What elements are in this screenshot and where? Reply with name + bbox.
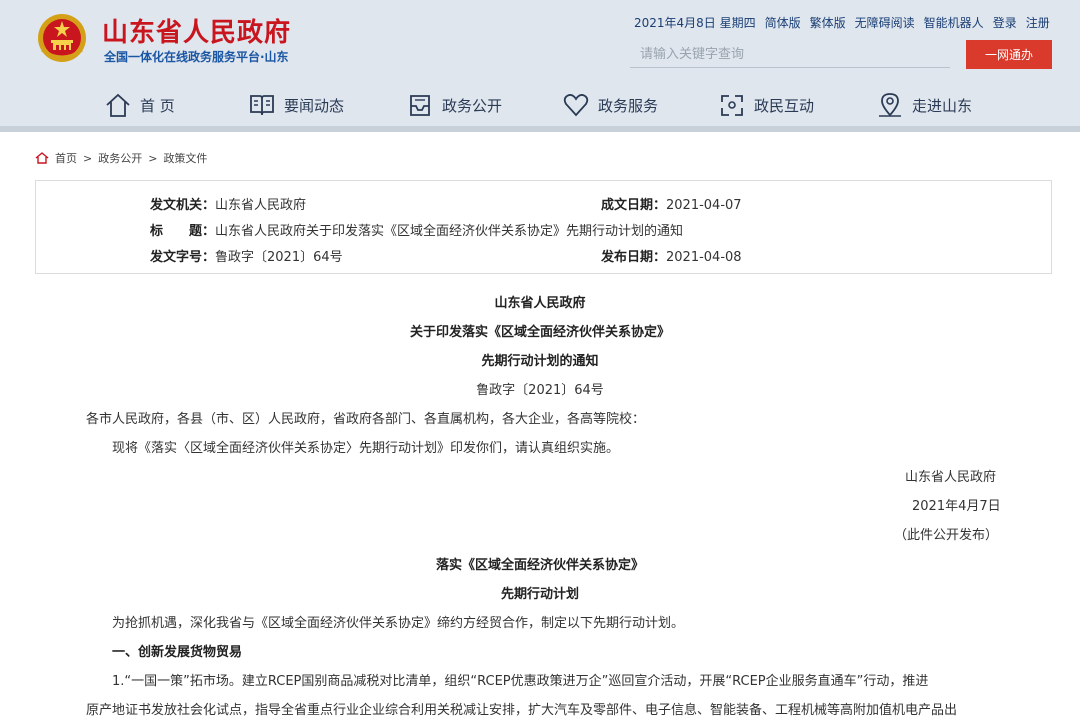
onestop-button[interactable]: 一网通办	[966, 40, 1052, 69]
link-register[interactable]: 注册	[1026, 14, 1050, 31]
doc-heading-org: 山东省人民政府	[494, 296, 586, 311]
section-heading: 一、创新发展货物贸易	[112, 645, 243, 660]
issuer-value: 山东省人民政府	[215, 198, 307, 213]
site-title[interactable]: 山东省人民政府	[102, 12, 291, 49]
link-traditional[interactable]: 繁体版	[810, 14, 846, 31]
site-subtitle: 全国一体化在线政务服务平台·山东	[104, 50, 289, 64]
inbox-icon	[410, 95, 430, 116]
link-login[interactable]: 登录	[993, 14, 1017, 31]
signature-note: （此件公开发布）	[894, 528, 999, 543]
nav-item-home[interactable]: 首 页	[104, 88, 175, 122]
nav-label: 政民互动	[754, 96, 815, 115]
publish-date-label: 发布日期：	[601, 250, 667, 265]
nav-label: 走进山东	[912, 96, 973, 115]
breadcrumb-home[interactable]: 首页	[55, 150, 77, 166]
plan-title: 落实《区域全面经济伙伴关系协定》	[435, 558, 644, 573]
signature-org: 山东省人民政府	[905, 470, 997, 485]
doc-heading-title2: 先期行动计划的通知	[481, 354, 599, 369]
nav-item-services[interactable]: 政务服务	[562, 88, 658, 122]
breadcrumb: 首页 > 政务公开 > 政策文件	[35, 150, 207, 166]
doc-number-row: 发文字号：鲁政字〔2021〕64号	[150, 246, 343, 265]
publish-date-row: 发布日期：2021-04-08	[601, 246, 742, 265]
doc-number: 鲁政字〔2021〕64号	[476, 383, 604, 398]
breadcrumb-policy-docs[interactable]: 政策文件	[163, 150, 207, 166]
title-row: 标 题：山东省人民政府关于印发落实《区域全面经济伙伴关系协定》先期行动计划的通知	[150, 220, 683, 239]
link-simplified[interactable]: 简体版	[765, 14, 801, 31]
current-date: 2021年4月8日 星期四	[634, 16, 756, 30]
nav-label: 政务公开	[442, 96, 503, 115]
date-written-row: 成文日期：2021-04-07	[601, 194, 742, 213]
date-written-value: 2021-04-07	[666, 198, 742, 213]
doc-heading-title1: 关于印发落实《区域全面经济伙伴关系协定》	[409, 325, 670, 340]
main-nav: 首 页 要闻动态 政务公开 政务服务 政民互动 走进山东	[0, 88, 1080, 122]
breadcrumb-separator: >	[148, 151, 158, 165]
publish-date-value: 2021-04-08	[666, 250, 742, 265]
heart-icon	[563, 94, 589, 117]
home-icon	[106, 93, 130, 117]
home-icon	[35, 152, 49, 164]
link-accessibility[interactable]: 无障碍阅读	[855, 14, 915, 31]
breadcrumb-separator: >	[83, 151, 93, 165]
top-links: 2021年4月8日 星期四 简体版 繁体版 无障碍阅读 智能机器人 登录 注册	[634, 14, 1050, 31]
header-divider	[0, 126, 1080, 132]
nav-label: 首 页	[140, 96, 175, 115]
breadcrumb-open-affairs[interactable]: 政务公开	[98, 150, 142, 166]
doc-number-value: 鲁政字〔2021〕64号	[215, 250, 343, 265]
title-value: 山东省人民政府关于印发落实《区域全面经济伙伴关系协定》先期行动计划的通知	[215, 224, 684, 239]
doc-number-label: 发文字号：	[150, 250, 216, 265]
national-emblem-icon	[38, 14, 86, 62]
issuer-label: 发文机关：	[150, 198, 216, 213]
date-written-label: 成文日期：	[601, 198, 667, 213]
search-input[interactable]	[630, 42, 950, 68]
interaction-icon	[721, 95, 743, 116]
doc-recipients: 各市人民政府，各县（市、区）人民政府，省政府各部门、各直属机构，各大企业，各高等…	[86, 412, 646, 427]
section-item-line: 1.“一国一策”拓市场。建立RCEP国别商品减税对比清单，组织“RCEP优惠政策…	[112, 674, 929, 689]
title-label: 标 题：	[150, 224, 216, 239]
nav-item-news[interactable]: 要闻动态	[248, 88, 344, 122]
issuer-row: 发文机关：山东省人民政府	[150, 194, 306, 213]
plan-subtitle: 先期行动计划	[500, 587, 579, 602]
document-info-box: 发文机关：山东省人民政府 成文日期：2021-04-07 标 题：山东省人民政府…	[35, 180, 1052, 274]
section-item-line: 原产地证书发放社会化试点，指导全省重点行业企业综合利用关税减让安排，扩大汽车及零…	[86, 703, 958, 718]
signature-date: 2021年4月7日	[912, 499, 1001, 514]
doc-body-paragraph: 现将《落实〈区域全面经济伙伴关系协定〉先期行动计划》印发你们，请认真组织实施。	[112, 441, 620, 456]
site-header: 山东省人民政府 全国一体化在线政务服务平台·山东 2021年4月8日 星期四 简…	[0, 0, 1080, 126]
nav-item-shandong[interactable]: 走进山东	[876, 88, 972, 122]
link-robot[interactable]: 智能机器人	[924, 14, 984, 31]
nav-label: 政务服务	[598, 96, 659, 115]
nav-item-interaction[interactable]: 政民互动	[718, 88, 814, 122]
book-icon	[250, 95, 274, 116]
location-icon	[879, 93, 901, 117]
nav-label: 要闻动态	[284, 96, 345, 115]
nav-item-open-affairs[interactable]: 政务公开	[406, 88, 502, 122]
plan-intro: 为抢抓机遇，深化我省与《区域全面经济伙伴关系协定》缔约方经贸合作，制定以下先期行…	[112, 616, 685, 631]
